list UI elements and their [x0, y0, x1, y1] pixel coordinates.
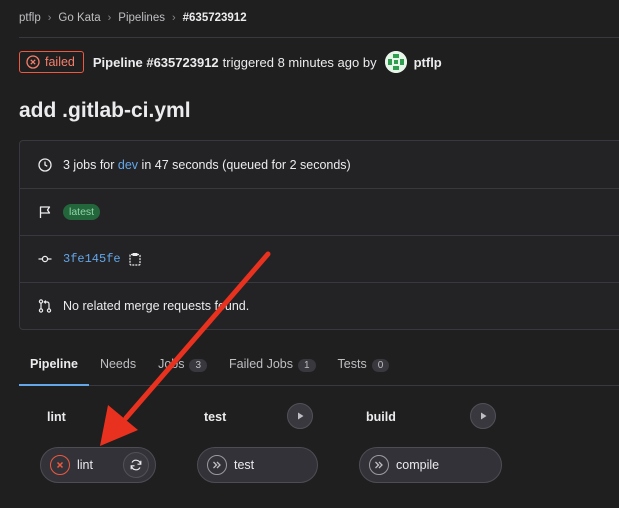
breadcrumb-separator-icon: › — [47, 12, 52, 24]
job-lint[interactable]: lint — [40, 447, 156, 483]
latest-badge: latest — [63, 204, 101, 220]
pipeline-tabs: Pipeline Needs Jobs 3 Failed Jobs 1 Tests 0 — [19, 354, 619, 386]
badges-row: latest — [20, 188, 619, 235]
job-name: compile — [396, 458, 440, 472]
breadcrumb-item-project[interactable]: Go Kata — [58, 12, 100, 24]
jobs-suffix: in 47 seconds (queued for 2 seconds) — [141, 157, 351, 172]
breadcrumb-item-pipelines[interactable]: Pipelines — [118, 12, 165, 24]
jobs-count-badge: 3 — [189, 359, 208, 372]
pipeline-id: Pipeline #635723912 — [92, 54, 219, 70]
commit-row: 3fe145fe — [20, 235, 619, 282]
avatar[interactable] — [384, 51, 407, 73]
pipeline-graph: lint lint test test build compile — [19, 386, 619, 508]
skipped-icon — [207, 455, 227, 475]
identicon-icon — [384, 51, 407, 73]
branch-link[interactable]: dev — [118, 158, 138, 172]
merge-requests-row: No related merge requests found. — [20, 282, 619, 329]
commit-sha-link[interactable]: 3fe145fe — [63, 252, 121, 266]
tab-label: Pipeline — [30, 357, 78, 371]
clock-icon — [37, 157, 53, 172]
tests-count-badge: 0 — [371, 359, 390, 372]
tab-label: Failed Jobs — [229, 357, 293, 371]
failed-status-icon — [50, 455, 70, 475]
failed-status-icon — [26, 55, 40, 69]
job-name: lint — [77, 458, 93, 472]
status-badge[interactable]: failed — [19, 51, 84, 73]
play-icon[interactable] — [470, 403, 496, 429]
retry-icon[interactable] — [123, 452, 149, 478]
tab-label: Needs — [99, 357, 137, 371]
breadcrumb-separator-icon: › — [107, 12, 112, 24]
play-icon[interactable] — [287, 403, 313, 429]
tab-jobs[interactable]: Jobs 3 — [147, 354, 218, 386]
merge-request-icon — [37, 299, 53, 313]
flag-icon — [37, 205, 53, 219]
clipboard-icon[interactable] — [129, 252, 141, 266]
page-title: add .gitlab-ci.yml — [19, 99, 191, 122]
breadcrumb-item-current[interactable]: #635723912 — [183, 12, 247, 24]
job-name: test — [234, 458, 255, 472]
commit-icon — [37, 252, 53, 266]
stage-title-build: build — [366, 410, 396, 424]
stage-title-lint: lint — [47, 410, 66, 424]
tab-label: Jobs — [158, 357, 185, 371]
stage-title-test: test — [204, 410, 227, 424]
tab-needs[interactable]: Needs — [89, 354, 147, 386]
merge-requests-text: No related merge requests found. — [63, 299, 250, 313]
tab-label: Tests — [337, 357, 367, 371]
pipeline-header: failed Pipeline #635723912 triggered 8 m… — [19, 50, 442, 74]
status-label: failed — [45, 55, 75, 69]
breadcrumb-separator-icon: › — [171, 12, 176, 24]
job-test[interactable]: test — [197, 447, 318, 483]
divider — [19, 37, 619, 38]
breadcrumb: ptflp › Go Kata › Pipelines › #635723912 — [19, 10, 247, 26]
failed-jobs-count-badge: 1 — [297, 359, 316, 372]
pipeline-info-box: 3 jobs for dev in 47 seconds (queued for… — [19, 140, 619, 330]
jobs-summary-row: 3 jobs for dev in 47 seconds (queued for… — [20, 141, 619, 188]
author-link[interactable]: ptflp — [414, 55, 442, 70]
tab-failed-jobs[interactable]: Failed Jobs 1 — [218, 354, 327, 386]
triggered-text: triggered 8 minutes ago by — [222, 54, 377, 70]
tab-tests[interactable]: Tests 0 — [327, 354, 401, 386]
job-compile[interactable]: compile — [359, 447, 502, 483]
tab-pipeline[interactable]: Pipeline — [19, 354, 89, 386]
skipped-icon — [369, 455, 389, 475]
jobs-prefix: 3 jobs for — [63, 157, 115, 172]
breadcrumb-item-group[interactable]: ptflp — [19, 12, 41, 24]
